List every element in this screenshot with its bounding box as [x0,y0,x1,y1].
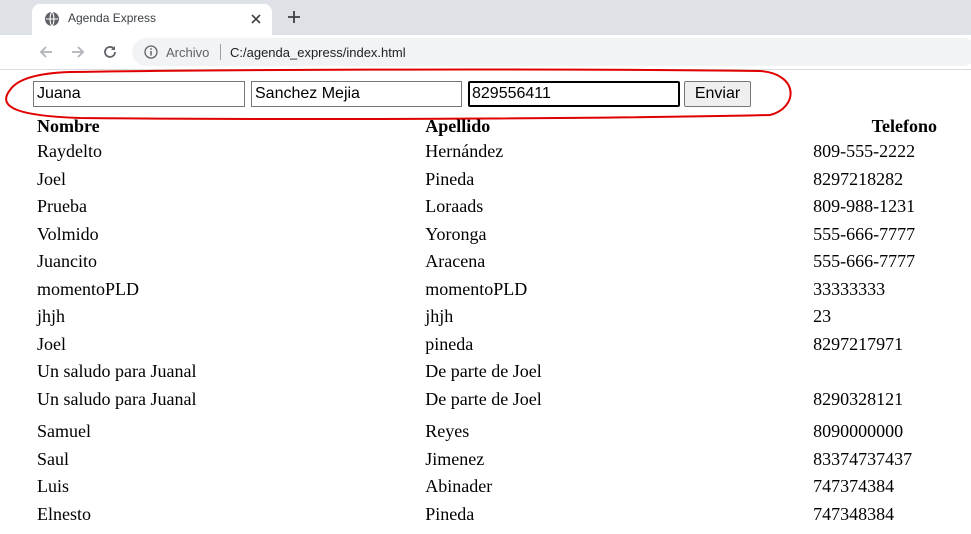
cell-telefono: 8090000000 [813,421,904,442]
address-separator [220,44,221,60]
table-row: Un saludo para Juanal De parte de Joel [36,359,941,385]
table-row: Prueba Loraads 809-988-1231 [36,194,941,220]
cell-telefono: 8297217971 [813,333,904,354]
cell-nombre: Luis [37,476,70,497]
cell-apellido: momentoPLD [425,278,528,299]
cell-nombre: Un saludo para Juanal [37,388,197,409]
cell-telefono: 809-555-2222 [813,141,916,162]
apellido-input[interactable] [251,81,462,107]
cell-nombre: Un saludo para Juanal [37,361,197,382]
cell-nombre: Elnesto [37,503,91,524]
cell-nombre: Raydelto [37,141,102,162]
browser-tab[interactable]: Agenda Express [32,4,272,35]
table-row: momentoPLD momentoPLD 33333333 [36,277,941,303]
cell-telefono: 555-666-7777 [813,251,916,272]
globe-icon [45,11,59,27]
back-arrow-icon[interactable] [38,44,54,60]
cell-telefono: 809-988-1231 [813,196,916,217]
cell-apellido: Pineda [425,503,475,524]
table-row: Un saludo para Juanal De parte de Joel 829… [36,387,941,413]
table-header-row: Nombre Apellido Telefono [36,115,941,137]
reload-icon[interactable] [102,44,118,60]
tab-strip: Agenda Express [0,0,971,35]
table-row: Volmido Yoronga 555-666-7777 [36,222,941,248]
cell-apellido: Aracena [425,251,486,272]
cell-telefono: 555-666-7777 [813,223,916,244]
table-row: jhjh jhjh 23 [36,304,941,330]
telefono-input[interactable] [468,81,680,107]
cell-nombre: jhjh [37,306,66,327]
cell-apellido: Pineda [425,168,475,189]
table-row: Saul Jimenez 83374737437 [36,447,941,473]
close-tab-icon[interactable] [250,13,262,25]
cell-apellido: Loraads [425,196,484,217]
cell-telefono [812,359,941,385]
cell-telefono: 23 [813,306,832,327]
cell-telefono: 747348384 [813,503,895,524]
table-row: Joel Pineda 8297218282 [36,167,941,193]
cell-nombre: Prueba [37,196,87,217]
cell-nombre: Samuel [37,421,91,442]
cell-telefono: 83374737437 [813,448,913,469]
enviar-button[interactable]: Enviar [684,81,751,107]
info-icon[interactable] [144,45,158,59]
table-row: Samuel Reyes 8090000000 [36,414,941,445]
table-row: Juancito Aracena 555-666-7777 [36,249,941,275]
cell-apellido: Yoronga [425,223,487,244]
cell-telefono: 8297218282 [813,168,904,189]
cell-apellido: De parte de Joel [425,388,542,409]
cell-telefono: 747374384 [813,476,895,497]
cell-nombre: Juancito [37,251,97,272]
cell-apellido: jhjh [425,306,454,327]
contacts-table: Nombre Apellido Telefono Raydelto Hernánd… [34,113,943,529]
security-label: Archivo [166,45,210,60]
new-tab-icon[interactable] [286,9,302,25]
nombre-input[interactable] [33,81,245,107]
cell-telefono: 8290328121 [813,388,904,409]
tab-title: Agenda Express [68,11,157,25]
header-telefono: Telefono [871,116,937,136]
cell-apellido: Abinader [425,476,493,497]
cell-nombre: Joel [37,333,66,354]
address-bar[interactable]: Archivo C:/agenda_express/index.html [132,38,971,66]
cell-apellido: Jimenez [425,448,485,469]
header-nombre: Nombre [37,116,100,136]
table-row: Joel pineda 8297217971 [36,332,941,358]
browser-toolbar: Archivo C:/agenda_express/index.html [0,35,971,70]
cell-apellido: pineda [425,333,474,354]
table-row: Elnesto Pineda 747348384 [36,502,941,528]
forward-arrow-icon[interactable] [70,44,86,60]
cell-nombre: Saul [37,448,70,469]
cell-apellido: Hernández [425,141,504,162]
cell-nombre: momentoPLD [37,278,139,299]
cell-nombre: Volmido [37,223,99,244]
cell-nombre: Joel [37,168,66,189]
cell-apellido: De parte de Joel [425,361,542,382]
url-text[interactable]: C:/agenda_express/index.html [230,45,406,60]
cell-apellido: Reyes [425,421,470,442]
header-apellido: Apellido [425,116,491,136]
cell-telefono: 33333333 [813,278,886,299]
table-row: Luis Abinader 747374384 [36,474,941,500]
table-row: Raydelto Hernández 809-555-2222 [36,139,941,165]
